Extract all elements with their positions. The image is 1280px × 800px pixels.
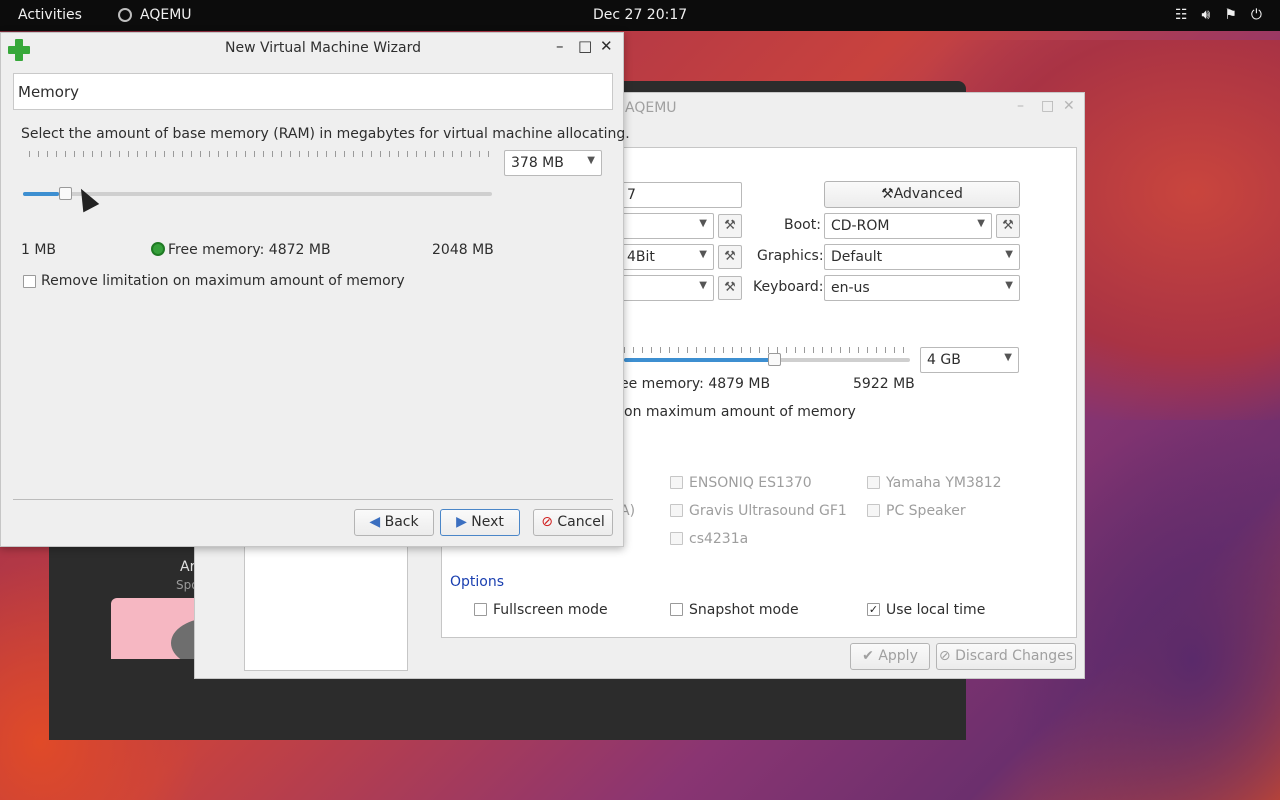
local-time-label: Use local time (886, 602, 986, 618)
vm-list[interactable] (244, 545, 408, 671)
app-icon (118, 8, 132, 22)
cancel-button[interactable]: ⊘ Cancel (533, 509, 613, 536)
memory-slider-handle[interactable] (59, 187, 72, 200)
cancel-icon: ⊘ (938, 648, 956, 664)
memory-slider-fill (624, 358, 774, 362)
sound-pcspeaker-checkbox[interactable] (867, 504, 880, 517)
add-icon (8, 39, 30, 61)
advanced-button[interactable]: ⚒Advanced (824, 181, 1020, 208)
remove-limit-label: Remove limitation on maximum amount of m… (41, 273, 405, 289)
min-memory-label: 1 MB (21, 242, 57, 258)
boot-combo[interactable]: CD-ROM ▼ (824, 213, 992, 239)
sound-yamaha-checkbox[interactable] (867, 476, 880, 489)
maximize-icon[interactable]: □ (1041, 98, 1054, 114)
sound-gravis-checkbox[interactable] (670, 504, 683, 517)
memory-ticks (29, 151, 493, 157)
new-vm-wizard-dialog: New Virtual Machine Wizard – □ ✕ Memory … (0, 32, 630, 547)
minimize-icon[interactable]: – (556, 37, 564, 55)
free-memory-label: ee memory: 4879 MB (620, 376, 771, 392)
cpu-combo[interactable]: ▼ (620, 275, 714, 301)
apply-button[interactable]: ✔ Apply (850, 643, 930, 670)
max-memory-label: 2048 MB (432, 242, 494, 258)
fullscreen-label: Fullscreen mode (493, 602, 608, 618)
arrow-left-icon: ◀ (369, 514, 385, 530)
cancel-icon: ⊘ (541, 514, 558, 530)
dialog-titlebar[interactable]: New Virtual Machine Wizard – □ ✕ (1, 33, 625, 63)
dialog-title: New Virtual Machine Wizard (225, 40, 421, 56)
memory-combo[interactable]: 378 MB ▼ (504, 150, 602, 176)
sound-gravis-label: Gravis Ultrasound GF1 (689, 503, 847, 519)
volume-icon[interactable]: 🔊︎ (1202, 7, 1211, 23)
keyboard-combo[interactable]: en-us ▼ (824, 275, 1020, 301)
page-header: Memory (13, 73, 613, 110)
local-time-checkbox[interactable]: ✓ (867, 603, 880, 616)
memory-slider-fill (23, 192, 59, 196)
snapshot-checkbox[interactable] (670, 603, 683, 616)
check-icon: ✔ (862, 648, 879, 664)
snapshot-label: Snapshot mode (689, 602, 799, 618)
back-button[interactable]: ◀ Back (354, 509, 434, 536)
clock[interactable]: Dec 27 20:17 (593, 7, 687, 23)
machine-type-combo[interactable]: 4Bit ▼ (620, 244, 714, 270)
sound-pcspeaker-label: PC Speaker (886, 503, 966, 519)
close-icon[interactable]: ✕ (1063, 98, 1075, 114)
tools-icon[interactable]: ⚒ (718, 245, 742, 269)
tools-icon[interactable]: ⚒ (996, 214, 1020, 238)
boot-label: Boot: (784, 217, 821, 233)
vm-name-field[interactable]: 7 (620, 182, 742, 208)
power-icon[interactable]: ⏻ (1251, 7, 1262, 23)
top-bar: Activities AQEMU Dec 27 20:17 ☷ 🔊︎ ⚑ ⏻ (0, 0, 1280, 31)
discard-changes-button[interactable]: ⊘ Discard Changes (936, 643, 1076, 670)
close-icon[interactable]: ✕ (600, 37, 613, 55)
sound-yamaha-label: Yamaha YM3812 (886, 475, 1002, 491)
app-menu[interactable]: AQEMU (118, 7, 192, 23)
system-tray[interactable]: ☷ 🔊︎ ⚑ ⏻ (1175, 7, 1262, 23)
network-icon[interactable]: ☷ (1175, 7, 1188, 23)
sound-cs-label: cs4231a (689, 531, 749, 547)
maximize-icon[interactable]: □ (578, 37, 592, 55)
graphics-label: Graphics: (757, 248, 824, 264)
next-button[interactable]: ▶ Next (440, 509, 520, 536)
remove-limit-checkbox[interactable] (23, 275, 36, 288)
minimize-icon[interactable]: – (1017, 98, 1024, 114)
tools-icon: ⚒ (881, 186, 894, 202)
dialog-separator (13, 499, 613, 500)
app-name: AQEMU (140, 7, 192, 23)
tools-icon[interactable]: ⚒ (718, 214, 742, 238)
options-heading: Options (450, 574, 505, 590)
fullscreen-checkbox[interactable] (474, 603, 487, 616)
memory-combo[interactable]: 4 GB ▼ (920, 347, 1019, 373)
tools-icon[interactable]: ⚒ (718, 276, 742, 300)
memory-slider-handle[interactable] (768, 353, 781, 366)
graphics-combo[interactable]: Default ▼ (824, 244, 1020, 270)
arrow-right-icon: ▶ (456, 514, 472, 530)
refresh-icon[interactable] (151, 242, 165, 256)
max-memory-label: 5922 MB (853, 376, 915, 392)
memory-ticks (624, 347, 909, 353)
keyboard-label: Keyboard: (753, 279, 824, 295)
sound-ensoniq-label: ENSONIQ ES1370 (689, 475, 812, 491)
free-memory-label: Free memory: 4872 MB (151, 242, 331, 258)
computer-type-combo[interactable]: ▼ (620, 213, 714, 239)
instruction-text: Select the amount of base memory (RAM) i… (21, 126, 630, 142)
window-title: AQEMU (625, 100, 677, 116)
remove-limit-label: on maximum amount of memory (624, 404, 856, 420)
sound-cs-checkbox[interactable] (670, 532, 683, 545)
activities-button[interactable]: Activities (18, 7, 82, 23)
sound-ensoniq-checkbox[interactable] (670, 476, 683, 489)
microphone-icon[interactable]: ⚑ (1224, 7, 1237, 23)
